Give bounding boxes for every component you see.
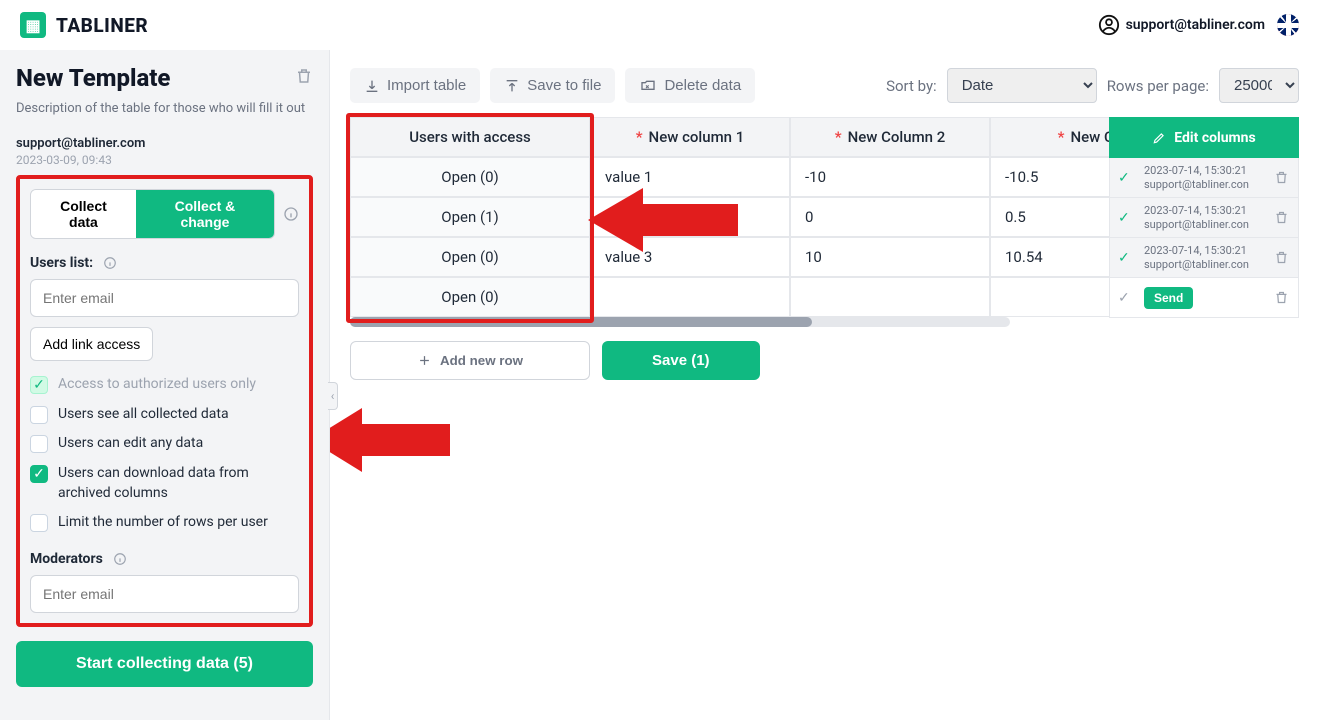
check-icon: ✓: [1118, 250, 1136, 266]
open-access-button[interactable]: Open (1): [350, 197, 590, 237]
sort-label: Sort by:: [886, 77, 937, 95]
logo[interactable]: ▦ TABLINER: [20, 12, 148, 38]
language-flag-icon[interactable]: [1277, 14, 1299, 36]
column-header-access: Users with access: [350, 117, 590, 157]
delete-row-button[interactable]: [1272, 158, 1290, 198]
row-meta: ✓ 2023-07-14, 15:30:21support@tabliner.c…: [1109, 198, 1299, 238]
logo-text: TABLINER: [56, 14, 148, 37]
table-cell[interactable]: -10: [790, 157, 990, 197]
column-header[interactable]: *New Column 2: [790, 117, 990, 157]
start-collecting-button[interactable]: Start collecting data (5): [16, 641, 313, 687]
sidebar: New Template Description of the table fo…: [0, 50, 330, 720]
toolbar: Import table Save to file Delete data So…: [350, 68, 1299, 103]
page-title: New Template: [16, 64, 170, 92]
moderators-email-input[interactable]: [30, 575, 299, 613]
users-email-input[interactable]: [30, 279, 299, 317]
checkbox-edit-any[interactable]: Users can edit any data: [30, 434, 299, 454]
check-icon: ✓: [1118, 290, 1136, 306]
save-to-file-button[interactable]: Save to file: [490, 68, 615, 103]
delete-template-button[interactable]: [295, 67, 313, 89]
open-access-button[interactable]: Open (0): [350, 277, 590, 317]
upload-icon: [504, 78, 520, 94]
table-cell[interactable]: [590, 277, 790, 317]
template-description: Description of the table for those who w…: [16, 100, 313, 118]
account-email: support@tabliner.com: [1126, 17, 1265, 33]
data-table: Users with access *New column 1 *New Col…: [350, 117, 1299, 380]
table-cell[interactable]: 0: [790, 197, 990, 237]
main-panel: Import table Save to file Delete data So…: [330, 50, 1319, 720]
checkbox-icon: ✓: [30, 376, 48, 394]
checkbox-limit-rows[interactable]: Limit the number of rows per user: [30, 513, 299, 533]
table-cell[interactable]: 10: [790, 237, 990, 277]
user-icon: [1098, 14, 1120, 36]
mode-toggle: Collect data Collect & change: [30, 189, 275, 239]
checkbox-icon: ✓: [30, 465, 48, 483]
rows-per-page-select[interactable]: 25000: [1219, 68, 1299, 103]
checkbox-see-all[interactable]: Users see all collected data: [30, 405, 299, 425]
collect-change-tab[interactable]: Collect & change: [136, 190, 274, 238]
checkbox-icon: [30, 435, 48, 453]
add-new-row-button[interactable]: Add new row: [350, 341, 590, 380]
add-link-access-button[interactable]: Add link access: [30, 327, 153, 361]
logo-icon: ▦: [20, 12, 46, 38]
info-icon[interactable]: [283, 206, 299, 222]
checkbox-download[interactable]: ✓ Users can download data from archived …: [30, 464, 299, 503]
collect-data-tab[interactable]: Collect data: [31, 190, 136, 238]
folder-delete-icon: [639, 78, 657, 94]
checkbox-icon: [30, 514, 48, 532]
users-list-label: Users list:: [30, 255, 299, 271]
annotation-arrow-icon: [588, 180, 738, 260]
table-right-panel: Edit columns ✓ 2023-07-14, 15:30:21suppo…: [1109, 117, 1299, 318]
plus-icon: [417, 353, 432, 368]
save-button[interactable]: Save (1): [602, 341, 760, 380]
delete-data-button[interactable]: Delete data: [625, 68, 755, 103]
row-meta: ✓ 2023-07-14, 15:30:21support@tabliner.c…: [1109, 238, 1299, 278]
row-meta: ✓ Send: [1109, 278, 1299, 318]
horizontal-scrollbar[interactable]: [350, 317, 1010, 327]
delete-row-button[interactable]: [1272, 238, 1290, 278]
open-access-button[interactable]: Open (0): [350, 157, 590, 197]
pencil-icon: [1152, 131, 1166, 145]
app-header: ▦ TABLINER support@tabliner.com: [0, 0, 1319, 50]
settings-highlight-box: Collect data Collect & change Users list…: [16, 175, 313, 627]
template-date: 2023-03-09, 09:43: [16, 153, 313, 167]
account-link[interactable]: support@tabliner.com: [1098, 14, 1265, 36]
info-icon[interactable]: [113, 552, 127, 566]
download-icon: [364, 78, 380, 94]
column-header[interactable]: *New column 1: [590, 117, 790, 157]
checkbox-icon: [30, 406, 48, 424]
open-access-button[interactable]: Open (0): [350, 237, 590, 277]
edit-columns-button[interactable]: Edit columns: [1109, 117, 1299, 158]
annotation-arrow-icon: [330, 400, 450, 480]
checkbox-authorized-only: ✓ Access to authorized users only: [30, 375, 299, 395]
row-meta: ✓ 2023-07-14, 15:30:21support@tabliner.c…: [1109, 158, 1299, 198]
delete-row-button[interactable]: [1272, 198, 1290, 238]
table-cell[interactable]: [790, 277, 990, 317]
check-icon: ✓: [1118, 170, 1136, 186]
check-icon: ✓: [1118, 210, 1136, 226]
send-button[interactable]: Send: [1144, 287, 1193, 309]
info-icon[interactable]: [103, 256, 117, 270]
template-owner: support@tabliner.com: [16, 136, 313, 151]
delete-row-button[interactable]: [1272, 278, 1290, 318]
sort-select[interactable]: Date: [947, 68, 1097, 103]
moderators-label: Moderators: [30, 551, 299, 567]
rows-per-page-label: Rows per page:: [1107, 77, 1209, 95]
import-table-button[interactable]: Import table: [350, 68, 480, 103]
